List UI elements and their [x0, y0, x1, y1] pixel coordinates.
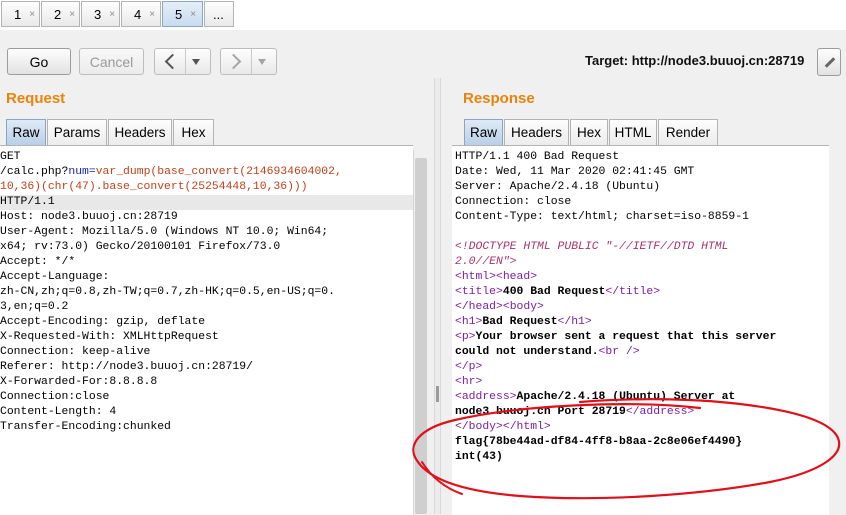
- annotation-tail-stroke: [421, 461, 463, 495]
- annotation-circle: [412, 398, 841, 500]
- annotation-circle-stroke: [412, 398, 841, 500]
